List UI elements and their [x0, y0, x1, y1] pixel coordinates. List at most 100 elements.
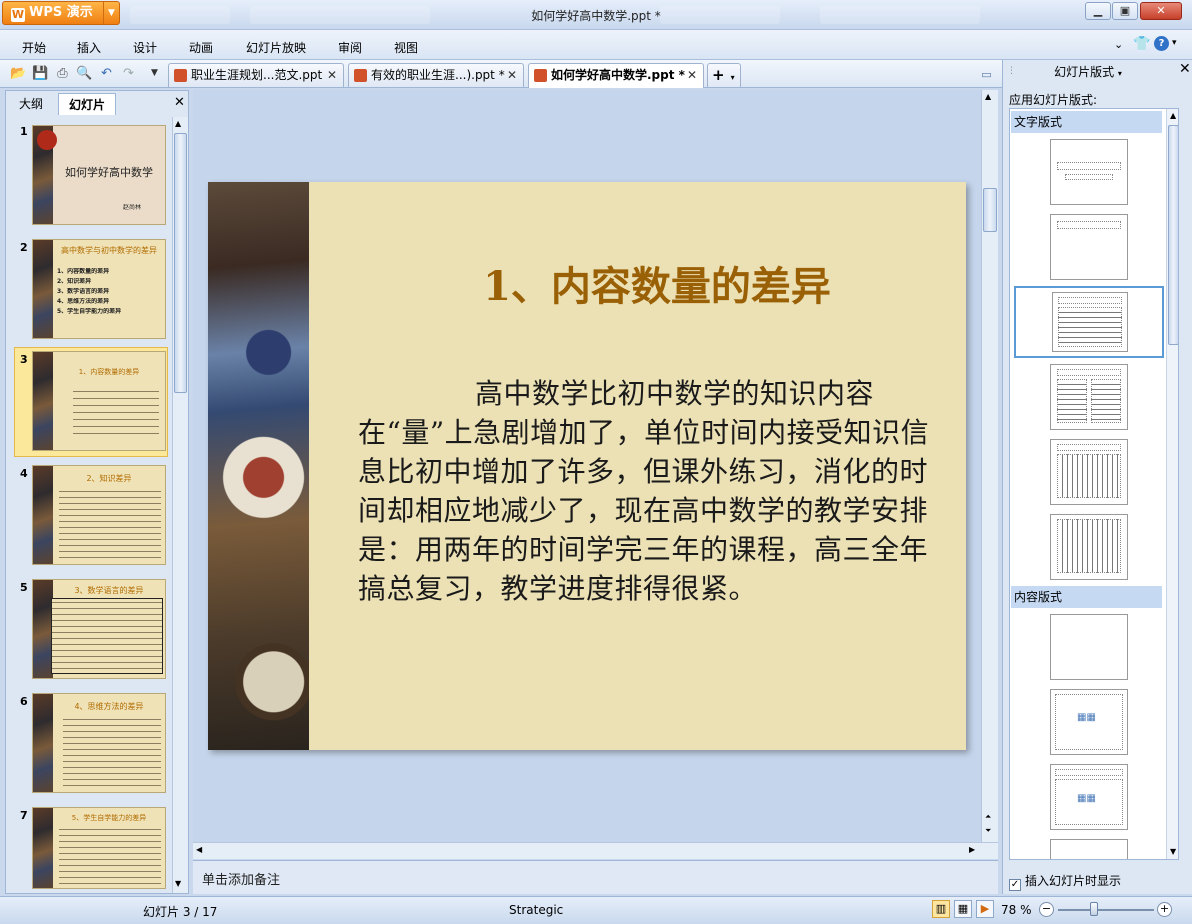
layout-title-only[interactable]	[1050, 214, 1128, 280]
doc-tab[interactable]: 有效的职业生涯...).ppt * ✕	[348, 63, 524, 87]
scroll-thumb[interactable]	[983, 188, 997, 232]
show-on-insert-checkbox[interactable]: ✓ 插入幻灯片时显示	[1009, 872, 1121, 891]
slide-thumbnail-5[interactable]: 3、数学语言的差异	[32, 579, 166, 679]
thumbnail-image	[33, 352, 53, 450]
thumbnail-text-lines	[59, 826, 161, 888]
window-title: 如何学好高中数学.ppt *	[531, 9, 661, 23]
minimize-button[interactable]: ▁	[1085, 2, 1111, 20]
zoom-in-icon[interactable]: +	[1157, 902, 1172, 917]
scroll-thumb[interactable]	[1168, 125, 1178, 345]
slide-vertical-scrollbar[interactable]: ▲ ⏶ ⏷	[981, 90, 998, 842]
placeholder-box	[1058, 297, 1122, 304]
placeholder-box	[1055, 769, 1123, 776]
close-panel-icon[interactable]: ✕	[1179, 61, 1191, 77]
menu-item-review[interactable]: 审阅	[338, 39, 362, 56]
menu-item-view[interactable]: 视图	[394, 39, 418, 56]
layout-vertical-title-text[interactable]	[1050, 514, 1128, 580]
redo-icon[interactable]: ↷	[120, 65, 137, 82]
menu-item-insert[interactable]: 插入	[77, 39, 101, 56]
tab-outline[interactable]: 大纲	[8, 93, 54, 115]
zoom-slider[interactable]	[1058, 909, 1154, 911]
layout-title-slide[interactable]	[1050, 139, 1128, 205]
scroll-up-icon[interactable]: ▲	[175, 119, 181, 128]
new-tab-button[interactable]: + ▾	[707, 63, 741, 87]
chevron-down-icon[interactable]: ⌄	[1114, 38, 1123, 51]
slide-horizontal-scrollbar[interactable]: ◀ ▶	[193, 842, 998, 859]
close-window-button[interactable]: ✕	[1140, 2, 1182, 20]
slide-body-text[interactable]: 高中数学比初中数学的知识内容在“量”上急剧增加了，单位时间内接受知识信息比初中增…	[358, 374, 948, 608]
thumbnail-text-lines	[73, 388, 159, 440]
thumbnail-title: 3、数学语言的差异	[74, 586, 144, 595]
checkbox-label: 插入幻灯片时显示	[1025, 874, 1122, 888]
layout-title-content[interactable]: ▦▦	[1050, 764, 1128, 830]
slide-thumbnail-1[interactable]: 如何学好高中数学 赵尚林	[32, 125, 166, 225]
thumbnail-text-lines	[63, 716, 161, 788]
slides-scrollbar[interactable]: ▲ ▼	[172, 117, 188, 893]
doc-tab-label: 如何学好高中数学.ppt *	[551, 68, 685, 82]
dropdown-icon[interactable]: ▼	[146, 65, 163, 82]
current-slide[interactable]: 1、内容数量的差异 高中数学比初中数学的知识内容在“量”上急剧增加了，单位时间内…	[208, 182, 966, 750]
print-preview-icon[interactable]: 🔍	[76, 65, 93, 82]
menu-item-animation[interactable]: 动画	[189, 39, 213, 56]
scroll-up-icon[interactable]: ▲	[985, 92, 991, 101]
close-panel-icon[interactable]: ✕	[174, 95, 185, 110]
menu-item-design[interactable]: 设计	[133, 39, 157, 56]
checkmark-icon[interactable]: ✓	[1009, 879, 1021, 891]
layout-content[interactable]: ▦▦	[1050, 689, 1128, 755]
scroll-up-icon[interactable]: ▲	[1170, 111, 1176, 120]
previous-slide-icon[interactable]: ⏶	[985, 812, 991, 822]
zoom-out-icon[interactable]: −	[1039, 902, 1054, 917]
thumbnail-title: 高中数学与初中数学的差异	[61, 246, 157, 255]
notes-placeholder[interactable]: 单击添加备注	[202, 869, 280, 888]
slide-thumbnail-7[interactable]: 5、学生自学能力的差异	[32, 807, 166, 889]
slide-thumbnail-3[interactable]: 1、内容数量的差异	[32, 351, 166, 451]
slide-sorter-icon[interactable]: ▦	[954, 900, 972, 918]
slideshow-icon[interactable]: ▶	[976, 900, 994, 918]
scroll-thumb[interactable]	[174, 133, 187, 393]
chevron-down-icon: ▾	[1117, 69, 1122, 78]
placeholder-box	[1065, 174, 1113, 180]
doc-tab-active[interactable]: 如何学好高中数学.ppt * ✕	[528, 63, 704, 88]
scroll-right-icon[interactable]: ▶	[969, 845, 975, 854]
chevron-down-icon[interactable]: ▾	[1172, 38, 1177, 48]
shirt-icon[interactable]: 👕	[1133, 36, 1150, 52]
close-tab-icon[interactable]: ✕	[687, 64, 697, 86]
layout-title-and-text-selected[interactable]	[1014, 286, 1164, 358]
notes-pane[interactable]: 单击添加备注	[193, 860, 998, 894]
thumbnail-image	[33, 808, 53, 888]
slide-thumbnail-2[interactable]: 高中数学与初中数学的差异 1、内容数量的差异 2、知识差异 3、数学语言的差异 …	[32, 239, 166, 339]
close-tab-icon[interactable]: ✕	[327, 64, 337, 86]
next-slide-icon[interactable]: ⏷	[985, 826, 991, 836]
save-icon[interactable]: 💾	[32, 65, 49, 82]
open-icon[interactable]: 📂	[10, 65, 27, 82]
close-tab-icon[interactable]: ✕	[507, 64, 517, 86]
tab-slides[interactable]: 幻灯片	[58, 93, 116, 115]
menu-item-home[interactable]: 开始	[22, 39, 46, 56]
zoom-slider-handle[interactable]	[1090, 902, 1098, 916]
layout-blank[interactable]	[1050, 614, 1128, 680]
menu-bar: 开始 插入 设计 动画 幻灯片放映 审阅 视图 ⌄ 👕 ? ▾	[0, 30, 1192, 60]
slide-thumbnail-4[interactable]: 2、知识差异	[32, 465, 166, 565]
maximize-button[interactable]: ▣	[1112, 2, 1138, 20]
menu-item-slideshow[interactable]: 幻灯片放映	[246, 39, 306, 56]
slide-thumbnail-6[interactable]: 4、思维方法的差异	[32, 693, 166, 793]
slide-title[interactable]: 1、内容数量的差异	[348, 254, 966, 312]
layout-preview	[1052, 292, 1128, 352]
undo-icon[interactable]: ↶	[98, 65, 115, 82]
slide-number: 6	[20, 695, 28, 708]
scroll-down-icon[interactable]: ▼	[175, 879, 181, 888]
panel-toggle-icon[interactable]: ▭	[978, 66, 995, 83]
help-icon[interactable]: ?	[1154, 36, 1169, 51]
layout-vertical-text[interactable]	[1050, 439, 1128, 505]
print-icon[interactable]: ⎙	[54, 65, 71, 82]
layout-two-columns[interactable]	[1050, 364, 1128, 430]
layout-list-scrollbar[interactable]: ▲ ▼	[1166, 109, 1178, 859]
scroll-down-icon[interactable]: ▼	[1170, 847, 1176, 856]
doc-tab[interactable]: 职业生涯规划...范文.ppt ✕	[168, 63, 344, 87]
panel-title[interactable]: 幻灯片版式 ▾	[1003, 63, 1173, 80]
ppt-file-icon	[354, 69, 367, 82]
thumbnail-line: 5、学生自学能力的差异	[57, 308, 122, 315]
scroll-left-icon[interactable]: ◀	[196, 845, 202, 854]
normal-view-icon[interactable]: ▥	[932, 900, 950, 918]
layout-partial[interactable]	[1050, 839, 1128, 859]
